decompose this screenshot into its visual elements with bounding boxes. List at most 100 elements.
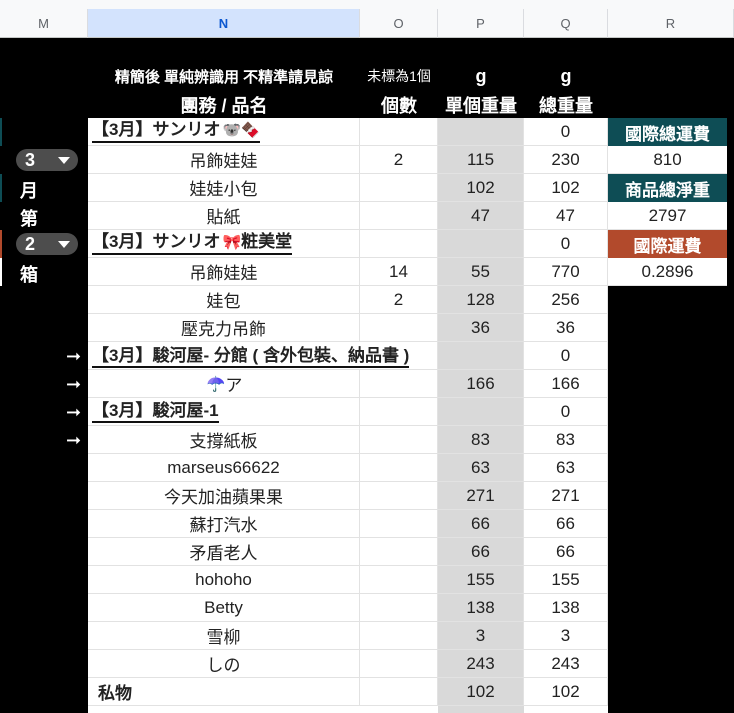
- unit-weight-cell[interactable]: 115: [438, 146, 524, 174]
- unit-weight-cell[interactable]: 3: [438, 622, 524, 650]
- item-name-cell[interactable]: 雪柳: [88, 622, 360, 650]
- total-weight-cell[interactable]: 155: [524, 566, 608, 594]
- unit-weight-cell[interactable]: 66: [438, 538, 524, 566]
- unit-weight-cell[interactable]: 83: [438, 426, 524, 454]
- intl-total-shipping-value[interactable]: 810: [608, 146, 727, 174]
- item-name-cell[interactable]: 娃娃小包: [88, 174, 360, 202]
- unit-weight-cell[interactable]: 47: [438, 202, 524, 230]
- qty-cell[interactable]: [360, 650, 438, 678]
- qty-cell[interactable]: [360, 314, 438, 342]
- qty-cell[interactable]: 2: [360, 286, 438, 314]
- unit-weight-cell[interactable]: 243: [438, 650, 524, 678]
- item-name-cell[interactable]: hohoho: [88, 566, 360, 594]
- qty-cell[interactable]: [360, 510, 438, 538]
- item-name-cell[interactable]: marseus66622: [88, 454, 360, 482]
- net-weight-label: 商品總淨重: [608, 174, 727, 202]
- total-weight-cell[interactable]: 138: [524, 594, 608, 622]
- ribbon-icon: 🎀: [222, 234, 242, 251]
- unit-weight-cell[interactable]: 138: [438, 594, 524, 622]
- unit-weight-cell[interactable]: 128: [438, 286, 524, 314]
- unit-weight-cell[interactable]: 271: [438, 482, 524, 510]
- total-weight-cell[interactable]: 83: [524, 426, 608, 454]
- group-name-cell[interactable]: 【3月】サンリオ 🎀粧美堂: [88, 230, 360, 258]
- unit-weight-cell[interactable]: 66: [438, 510, 524, 538]
- item-name-cell[interactable]: しの: [88, 650, 360, 678]
- qty-cell[interactable]: [360, 202, 438, 230]
- item-name-cell[interactable]: Betty: [88, 594, 360, 622]
- qty-cell[interactable]: [360, 454, 438, 482]
- item-name-cell[interactable]: 娃包: [88, 286, 360, 314]
- qty-cell[interactable]: [360, 426, 438, 454]
- unit-weight-cell[interactable]: [438, 118, 524, 146]
- column-header-o[interactable]: O: [360, 9, 438, 38]
- total-weight-cell[interactable]: 271: [524, 482, 608, 510]
- qty-cell[interactable]: 2: [360, 146, 438, 174]
- qty-cell[interactable]: [360, 230, 438, 258]
- qty-cell[interactable]: [360, 370, 438, 398]
- column-header-n[interactable]: N: [88, 9, 360, 38]
- column-header-q[interactable]: Q: [524, 9, 608, 38]
- item-name-cell[interactable]: 蘇打汽水: [88, 510, 360, 538]
- group-name-cell[interactable]: 【3月】サンリオ 🐨🍫: [88, 118, 360, 146]
- qty-cell[interactable]: [360, 594, 438, 622]
- qty-cell[interactable]: [360, 118, 438, 146]
- unit-weight-cell[interactable]: 102: [438, 174, 524, 202]
- item-name-cell[interactable]: 今天加油蘋果果: [88, 482, 360, 510]
- item-name-cell[interactable]: 吊飾娃娃: [88, 258, 360, 286]
- table-row: 私物 102 102: [88, 678, 608, 706]
- total-weight-cell[interactable]: 0: [524, 398, 608, 426]
- qty-cell[interactable]: [360, 678, 438, 706]
- column-header-r[interactable]: R: [608, 9, 734, 38]
- item-name-cell[interactable]: 貼紙: [88, 202, 360, 230]
- unit-weight-cell[interactable]: 102: [438, 678, 524, 706]
- intl-rate-value[interactable]: 0.2896: [608, 258, 727, 286]
- total-weight-cell[interactable]: 3: [524, 622, 608, 650]
- chevron-down-icon: [58, 241, 70, 248]
- total-weight-cell[interactable]: 66: [524, 538, 608, 566]
- total-weight-cell[interactable]: 770: [524, 258, 608, 286]
- unit-weight-cell[interactable]: [438, 398, 524, 426]
- item-name-cell[interactable]: 支撐紙板: [88, 426, 360, 454]
- column-header-p[interactable]: P: [438, 9, 524, 38]
- column-header-m[interactable]: M: [0, 9, 88, 38]
- qty-cell[interactable]: [360, 622, 438, 650]
- total-weight-cell[interactable]: 166: [524, 370, 608, 398]
- qty-cell[interactable]: [360, 566, 438, 594]
- unit-weight-cell[interactable]: 36: [438, 314, 524, 342]
- total-weight-cell[interactable]: 63: [524, 454, 608, 482]
- box-dropdown[interactable]: 2: [16, 233, 78, 255]
- total-g-header: g: [560, 66, 572, 86]
- total-weight-cell[interactable]: 256: [524, 286, 608, 314]
- item-name-cell[interactable]: 矛盾老人: [88, 538, 360, 566]
- net-weight-value[interactable]: 2797: [608, 202, 727, 230]
- item-name-cell[interactable]: 私物: [88, 678, 360, 706]
- total-weight-cell[interactable]: 102: [524, 678, 608, 706]
- unit-weight-cell[interactable]: 55: [438, 258, 524, 286]
- month-dropdown[interactable]: 3: [16, 149, 78, 171]
- qty-header: 個數: [381, 96, 417, 116]
- total-weight-cell[interactable]: 47: [524, 202, 608, 230]
- total-weight-cell[interactable]: 102: [524, 174, 608, 202]
- unit-weight-cell[interactable]: [438, 342, 524, 370]
- qty-cell[interactable]: [360, 482, 438, 510]
- unit-weight-cell[interactable]: [438, 230, 524, 258]
- total-weight-cell[interactable]: 0: [524, 118, 608, 146]
- group-name-suffix: 粧美堂: [241, 232, 293, 251]
- qty-cell[interactable]: [360, 398, 438, 426]
- group-name-cell[interactable]: 【3月】駿河屋-1: [88, 398, 360, 426]
- unit-weight-cell[interactable]: 166: [438, 370, 524, 398]
- qty-cell[interactable]: [360, 538, 438, 566]
- total-weight-cell[interactable]: 0: [524, 342, 608, 370]
- item-name-cell[interactable]: 吊飾娃娃: [88, 146, 360, 174]
- item-name-cell[interactable]: ☂️ ア: [88, 370, 360, 398]
- item-name-cell[interactable]: 壓克力吊飾: [88, 314, 360, 342]
- qty-cell[interactable]: 14: [360, 258, 438, 286]
- total-weight-cell[interactable]: 66: [524, 510, 608, 538]
- unit-weight-cell[interactable]: 63: [438, 454, 524, 482]
- total-weight-cell[interactable]: 36: [524, 314, 608, 342]
- total-weight-cell[interactable]: 243: [524, 650, 608, 678]
- total-weight-cell[interactable]: 0: [524, 230, 608, 258]
- total-weight-cell[interactable]: 230: [524, 146, 608, 174]
- unit-weight-cell[interactable]: 155: [438, 566, 524, 594]
- qty-cell[interactable]: [360, 174, 438, 202]
